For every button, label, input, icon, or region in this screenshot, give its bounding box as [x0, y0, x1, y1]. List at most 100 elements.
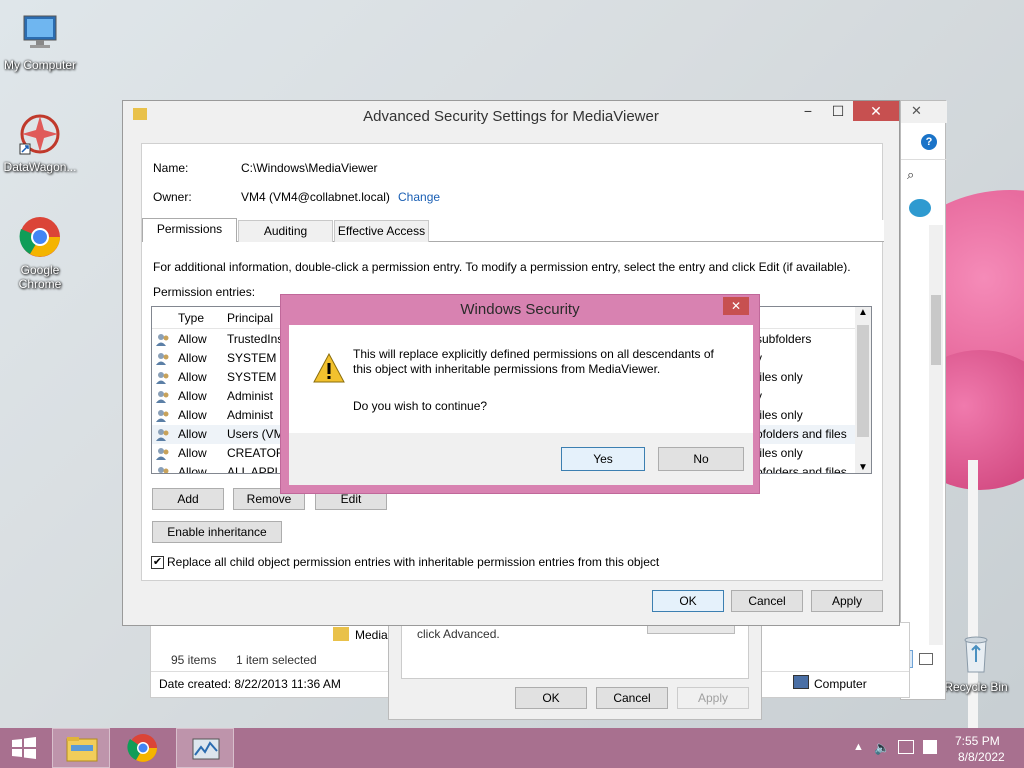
maximize-button[interactable]: ☐: [823, 101, 853, 121]
users-icon: [155, 465, 171, 473]
replace-checkbox-label[interactable]: Replace all child object permission entr…: [167, 555, 659, 569]
row-type: Allow: [178, 446, 207, 460]
chrome-icon: [18, 215, 62, 259]
row-applies-to: files only: [756, 370, 803, 384]
row-applies-to: files only: [756, 446, 803, 460]
taskbar-file-explorer[interactable]: [52, 728, 110, 768]
network-status-icon[interactable]: [898, 740, 914, 754]
close-button[interactable]: ✕: [853, 101, 899, 121]
row-applies-to: ofolders and files: [756, 465, 847, 474]
action-center-icon[interactable]: [923, 740, 937, 754]
ok-button[interactable]: OK: [515, 687, 587, 709]
row-principal: CREATOR: [227, 446, 285, 460]
recycle-bin-icon: [954, 632, 998, 676]
file-explorer-icon: [66, 737, 98, 762]
column-type[interactable]: Type: [178, 311, 204, 325]
desktop-icon-chrome[interactable]: Google Chrome: [0, 215, 80, 291]
windows-logo-icon: [12, 737, 36, 759]
location-label: Computer: [814, 677, 867, 691]
column-principal[interactable]: Principal: [227, 311, 273, 325]
tab-auditing[interactable]: Auditing: [238, 220, 333, 242]
row-applies-to: ofolders and files: [756, 427, 847, 441]
cancel-button[interactable]: Cancel: [731, 590, 803, 612]
window-title: Advanced Security Settings for MediaView…: [363, 108, 659, 125]
row-type: Allow: [178, 389, 207, 403]
help-icon[interactable]: ?: [921, 134, 937, 150]
row-type: Allow: [178, 332, 207, 346]
change-owner-link[interactable]: Change: [398, 190, 440, 204]
name-label: Name:: [153, 161, 189, 175]
desktop-icon-recycle-bin[interactable]: Recycle Bin: [936, 632, 1016, 694]
desktop-icon-label: My Computer: [3, 58, 77, 72]
row-type: Allow: [178, 351, 207, 365]
users-icon: [155, 446, 171, 462]
row-type: Allow: [178, 465, 207, 474]
volume-muted-icon[interactable]: 🔈: [874, 740, 890, 756]
yes-button[interactable]: Yes: [561, 447, 645, 471]
users-icon: [155, 427, 171, 443]
warning-icon: [313, 352, 345, 383]
item-count: 95 items: [171, 653, 217, 667]
row-principal: Users (VM: [227, 427, 284, 441]
list-scrollbar[interactable]: ▲ ▼: [855, 307, 871, 473]
taskbar: ▲ 🔈 7:55 PM 8/8/2022: [0, 728, 1024, 768]
owner-label: Owner:: [153, 190, 192, 204]
dialog-footer: Yes No: [289, 433, 753, 485]
owner-value: VM4 (VM4@collabnet.local): [241, 190, 390, 204]
row-principal: ALL APPLI: [227, 465, 285, 474]
apply-button[interactable]: Apply: [811, 590, 883, 612]
row-applies-to: subfolders: [756, 332, 812, 346]
users-icon: [155, 370, 171, 386]
folder-name[interactable]: Media: [355, 628, 388, 642]
taskbar-resource-monitor[interactable]: [176, 728, 234, 768]
date-created: Date created: 8/22/2013 11:36 AM: [159, 677, 341, 691]
close-icon[interactable]: ✕: [911, 103, 922, 119]
search-icon[interactable]: ⌕: [907, 167, 914, 183]
ok-button[interactable]: OK: [652, 590, 724, 612]
scroll-down-icon[interactable]: ▼: [858, 462, 868, 473]
cancel-button[interactable]: Cancel: [596, 687, 668, 709]
chrome-icon: [127, 734, 157, 762]
datawagon-icon: [18, 112, 62, 156]
scrollbar-thumb[interactable]: [931, 295, 941, 365]
divider: [901, 159, 947, 160]
clock-date[interactable]: 8/8/2022: [958, 750, 1005, 764]
windows-security-dialog: Windows Security ✕ This will replace exp…: [280, 294, 760, 494]
minimize-button[interactable]: −: [793, 101, 823, 121]
desktop-icon-datawagon[interactable]: DataWagon...: [0, 112, 80, 174]
entries-label: Permission entries:: [153, 285, 256, 299]
scroll-up-icon[interactable]: ▲: [858, 307, 868, 318]
row-principal: SYSTEM: [227, 351, 277, 365]
desktop-icon-label: Recycle Bin: [944, 680, 1008, 694]
row-principal: TrustedIns: [227, 332, 284, 346]
window-titlebar[interactable]: Advanced Security Settings for MediaView…: [123, 101, 899, 131]
large-icons-view-icon[interactable]: [919, 653, 933, 665]
row-principal: Administ: [227, 389, 274, 403]
tab-permissions[interactable]: Permissions: [142, 218, 237, 242]
computer-icon: [18, 10, 62, 54]
dialog-body: This will replace explicitly defined per…: [289, 325, 753, 485]
users-icon: [155, 351, 171, 367]
dialog-close-button[interactable]: ✕: [723, 297, 749, 315]
clock-time[interactable]: 7:55 PM: [955, 734, 1000, 748]
row-type: Allow: [178, 408, 207, 422]
network-icon: [909, 199, 931, 217]
enable-inheritance-button[interactable]: Enable inheritance: [152, 521, 282, 543]
scrollbar-thumb[interactable]: [857, 325, 869, 437]
row-type: Allow: [178, 370, 207, 384]
no-button[interactable]: No: [658, 447, 744, 471]
start-button[interactable]: [0, 728, 48, 768]
replace-checkbox[interactable]: ✔: [151, 556, 164, 569]
apply-button: Apply: [677, 687, 749, 709]
add-button[interactable]: Add: [152, 488, 224, 510]
dialog-question: Do you wish to continue?: [353, 399, 488, 413]
tab-effective-access[interactable]: Effective Access: [334, 220, 429, 242]
show-hidden-icons[interactable]: ▲: [853, 741, 864, 753]
row-principal: SYSTEM: [227, 370, 277, 384]
taskbar-chrome[interactable]: [114, 728, 172, 768]
desktop-icon-my-computer[interactable]: My Computer: [0, 10, 80, 72]
info-text: For additional information, double-click…: [153, 260, 851, 274]
explorer-titlebar: ✕: [901, 101, 947, 123]
row-principal: Administ: [227, 408, 274, 422]
explorer-scrollbar[interactable]: [929, 225, 943, 645]
